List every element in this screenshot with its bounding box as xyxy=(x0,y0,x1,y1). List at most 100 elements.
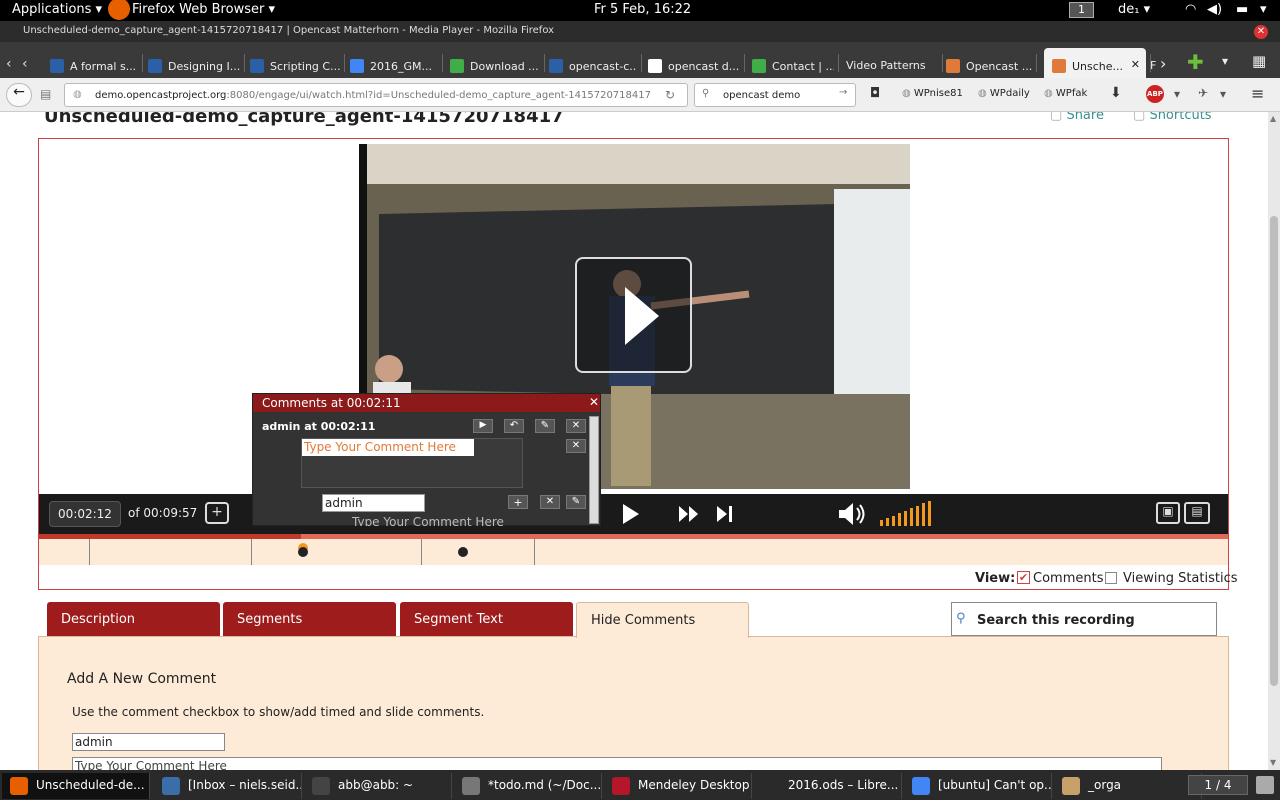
comment-text-input[interactable]: Type Your Comment Here xyxy=(72,757,1162,770)
taskbar-item-5[interactable]: Mendeley Desktop xyxy=(604,773,752,799)
power-icon[interactable]: ▾ xyxy=(1260,2,1267,17)
firefox-icon xyxy=(108,0,130,20)
battery-icon[interactable]: ▬ xyxy=(1236,2,1248,17)
adblock-icon[interactable]: ABP xyxy=(1146,85,1164,103)
taskbar-item-4[interactable]: *todo.md (~/Doc... xyxy=(454,773,602,799)
comment-timeline[interactable] xyxy=(39,539,1228,565)
play-icon[interactable] xyxy=(619,502,643,526)
volume-icon[interactable]: ◀) xyxy=(1207,2,1222,17)
app-menu[interactable]: Firefox Web Browser ▾ xyxy=(132,2,275,17)
sidebar-icon[interactable]: ▤ xyxy=(40,87,51,101)
clock[interactable]: Fr 5 Feb, 16:22 xyxy=(594,2,691,17)
segment-1[interactable] xyxy=(39,539,90,565)
share-link[interactable]: ▢ Share xyxy=(1050,112,1104,123)
tab-7[interactable]: opencast d... xyxy=(648,48,740,78)
hamburger-menu-icon[interactable]: ≡ xyxy=(1251,84,1264,103)
tab-9[interactable]: Video Patterns xyxy=(846,48,938,78)
edit-icon[interactable]: ✎ xyxy=(535,419,555,433)
segment-4[interactable] xyxy=(422,539,535,565)
fast-forward-icon[interactable] xyxy=(677,504,701,524)
edit-reply-icon[interactable]: ✎ xyxy=(566,495,586,509)
tab-segments[interactable]: Segments xyxy=(223,602,396,636)
tab-6[interactable]: opencast-c... xyxy=(549,48,637,78)
adblock-menu-icon[interactable]: ▾ xyxy=(1174,87,1180,101)
delete-icon[interactable]: ✕ xyxy=(566,419,586,433)
skip-next-icon[interactable] xyxy=(715,504,735,524)
add-reply-icon[interactable]: + xyxy=(508,495,528,509)
tab-2[interactable]: Designing I... xyxy=(148,48,240,78)
cancel-reply-icon[interactable]: ✕ xyxy=(540,495,560,509)
new-tab-icon[interactable]: ✚ xyxy=(1187,50,1204,74)
delete-reply-icon[interactable]: ✕ xyxy=(566,439,586,453)
current-time-field[interactable]: 00:02:12 xyxy=(49,501,121,527)
tab-5[interactable]: Download ... xyxy=(450,48,540,78)
close-window-icon[interactable]: ✕ xyxy=(1254,25,1268,39)
comment-marker[interactable] xyxy=(458,547,468,557)
viewing-statistics-checkbox[interactable] xyxy=(1105,572,1117,584)
show-desktop-icon[interactable] xyxy=(1256,776,1274,794)
tab-3[interactable]: Scripting C... xyxy=(250,48,340,78)
tab-groups-icon[interactable]: ▦ xyxy=(1252,52,1266,70)
comment-marker-active[interactable] xyxy=(298,547,308,557)
wifi-icon[interactable]: ◠ xyxy=(1185,2,1196,17)
scroll-down-icon[interactable]: ▼ xyxy=(1270,758,1276,767)
reply-icon[interactable]: ↶ xyxy=(504,419,524,433)
bookmark-wpnise81[interactable]: ◍ WPnise81 xyxy=(902,88,963,99)
tab-list-icon[interactable]: ▾ xyxy=(1222,54,1228,68)
workspace-pager[interactable]: 1 / 4 xyxy=(1188,775,1248,795)
volume-level-bars[interactable] xyxy=(879,500,939,528)
taskbar-item-6[interactable]: 2016.ods – Libre... xyxy=(754,773,902,799)
segment-3[interactable] xyxy=(252,539,422,565)
comment-play-icon[interactable]: ▶ xyxy=(473,419,493,433)
tab-1[interactable]: A formal s... xyxy=(50,48,138,78)
back-button[interactable]: ← xyxy=(6,83,32,107)
search-go-icon[interactable]: → xyxy=(839,87,847,98)
taskbar-item-2[interactable]: [Inbox – niels.seid... xyxy=(154,773,302,799)
tab-scroll-right-icon[interactable]: › xyxy=(1160,54,1166,73)
comments-checkbox[interactable]: ✔ xyxy=(1017,571,1030,584)
keyboard-layout[interactable]: de₁ ▾ xyxy=(1118,2,1150,17)
segment-2[interactable] xyxy=(90,539,252,565)
workspace-indicator[interactable]: 1 xyxy=(1069,2,1094,18)
volume-icon[interactable] xyxy=(836,500,868,528)
shortcuts-link[interactable]: ▢ Shortcuts xyxy=(1133,112,1212,123)
tab-8[interactable]: Contact | ... xyxy=(752,48,834,78)
scrollbar-thumb[interactable] xyxy=(1270,216,1278,686)
tab-description[interactable]: Description xyxy=(47,602,220,636)
bookmark-wpfak[interactable]: ◍ WPfak xyxy=(1044,88,1087,99)
tab-10[interactable]: Opencast ... xyxy=(946,48,1032,78)
bookmark-wpdaily[interactable]: ◍ WPdaily xyxy=(978,88,1030,99)
popup-scrollbar[interactable] xyxy=(589,416,599,524)
taskbar-item-8[interactable]: _orga xyxy=(1054,773,1202,799)
big-play-button[interactable] xyxy=(575,257,692,373)
add-comment-icon[interactable]: + xyxy=(205,502,229,524)
taskbar-item-7[interactable]: [ubuntu] Can't op... xyxy=(904,773,1052,799)
presenter-view-icon[interactable]: ▣ xyxy=(1156,502,1180,524)
search-input[interactable]: ⚲ opencast demo → xyxy=(694,83,856,107)
comment-textarea[interactable]: Type Your Comment Here xyxy=(301,438,523,488)
comment-name-input[interactable]: admin xyxy=(72,733,225,751)
taskbar-item-1[interactable]: Unscheduled-de... xyxy=(2,773,150,799)
taskbar-item-label: Unscheduled-de... xyxy=(36,778,145,792)
search-recording-input[interactable]: ⚲ Search this recording xyxy=(951,602,1217,636)
close-popup-icon[interactable]: ✕ xyxy=(589,395,599,409)
close-tab-icon[interactable]: ✕ xyxy=(1131,58,1140,71)
extension-icon[interactable]: ✈ xyxy=(1198,86,1208,100)
download-icon[interactable]: ⬇ xyxy=(1110,85,1122,101)
tab-4[interactable]: 2016_GM... xyxy=(350,48,438,78)
tab-hide-comments[interactable]: Hide Comments xyxy=(576,602,749,638)
applications-menu[interactable]: Applications ▾ xyxy=(12,2,102,17)
scroll-up-icon[interactable]: ▲ xyxy=(1270,114,1276,123)
slides-view-icon[interactable]: ▤ xyxy=(1184,502,1210,524)
page-scrollbar[interactable]: ▲ ▼ xyxy=(1268,112,1280,770)
reload-icon[interactable]: ↻ xyxy=(665,88,675,102)
tab-segment-text[interactable]: Segment Text xyxy=(400,602,573,636)
extension-menu-icon[interactable]: ▾ xyxy=(1220,87,1226,101)
tab-11[interactable]: Unsche... ✕ xyxy=(1044,48,1146,78)
name-input[interactable]: admin xyxy=(322,494,425,512)
taskbar-item-3[interactable]: abb@abb: ~ xyxy=(304,773,452,799)
tab-scroll-left-icon[interactable]: ‹ xyxy=(6,56,12,72)
pocket-icon[interactable]: ◘ xyxy=(870,86,880,101)
tab-scroll-left-icon-2[interactable]: ‹ xyxy=(22,56,28,72)
url-bar[interactable]: ◍ demo.opencastproject.org:8080/engage/u… xyxy=(64,83,688,107)
